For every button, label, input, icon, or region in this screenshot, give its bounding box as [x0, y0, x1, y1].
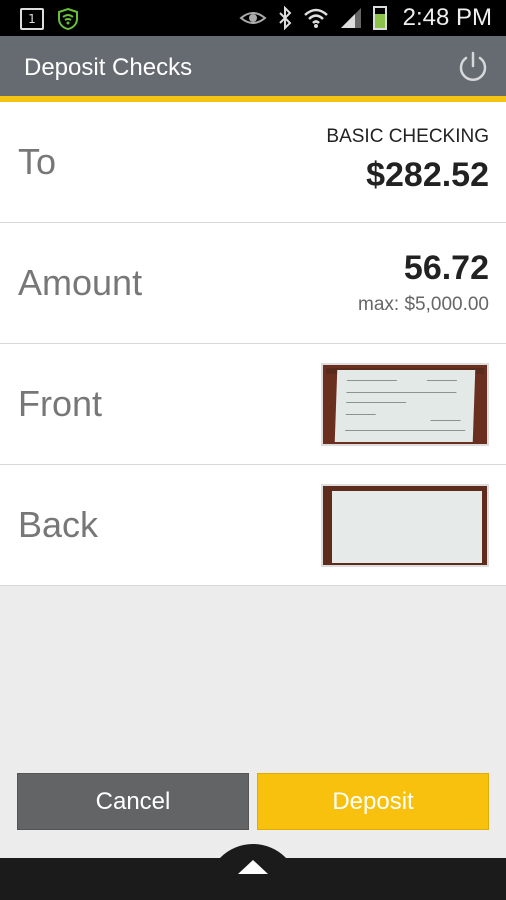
amount-label: Amount [18, 262, 143, 303]
deposit-button[interactable]: Deposit [257, 773, 489, 830]
drawer-handle[interactable] [207, 844, 299, 900]
sim-card-icon: 1 [20, 8, 44, 30]
front-row[interactable]: Front [0, 344, 506, 465]
amount-field[interactable]: 56.72 max: $5,000.00 [358, 249, 489, 316]
amount-value: 56.72 [403, 249, 489, 287]
deposit-form: To BASIC CHECKING $282.52 Amount 56.72 m… [0, 102, 506, 586]
back-row[interactable]: Back [0, 465, 506, 586]
account-balance: $282.52 [366, 156, 489, 194]
check-back-image[interactable] [321, 484, 489, 567]
amount-max: max: $5,000.00 [358, 294, 489, 315]
chevron-up-icon [238, 860, 268, 874]
to-label: To [18, 141, 57, 182]
to-row[interactable]: To BASIC CHECKING $282.52 [0, 102, 506, 223]
power-icon[interactable] [456, 50, 490, 84]
account-name: BASIC CHECKING [326, 126, 489, 147]
amount-row[interactable]: Amount 56.72 max: $5,000.00 [0, 223, 506, 344]
wifi-icon [303, 8, 328, 28]
bluetooth-icon [278, 6, 292, 30]
status-time: 2:48 PM [402, 4, 492, 31]
app-header: Deposit Checks [0, 36, 506, 98]
check-front-image[interactable] [321, 363, 489, 446]
front-label: Front [18, 383, 103, 424]
page-title: Deposit Checks [24, 54, 193, 81]
signal-icon [340, 8, 361, 28]
cancel-button[interactable]: Cancel [17, 773, 249, 830]
battery-icon [372, 6, 387, 30]
back-label: Back [18, 504, 99, 545]
wifi-shield-icon [58, 7, 78, 31]
account-selector[interactable]: BASIC CHECKING $282.52 [326, 126, 489, 195]
eye-icon [239, 12, 267, 24]
status-bar: 1 2:48 PM [0, 0, 506, 36]
